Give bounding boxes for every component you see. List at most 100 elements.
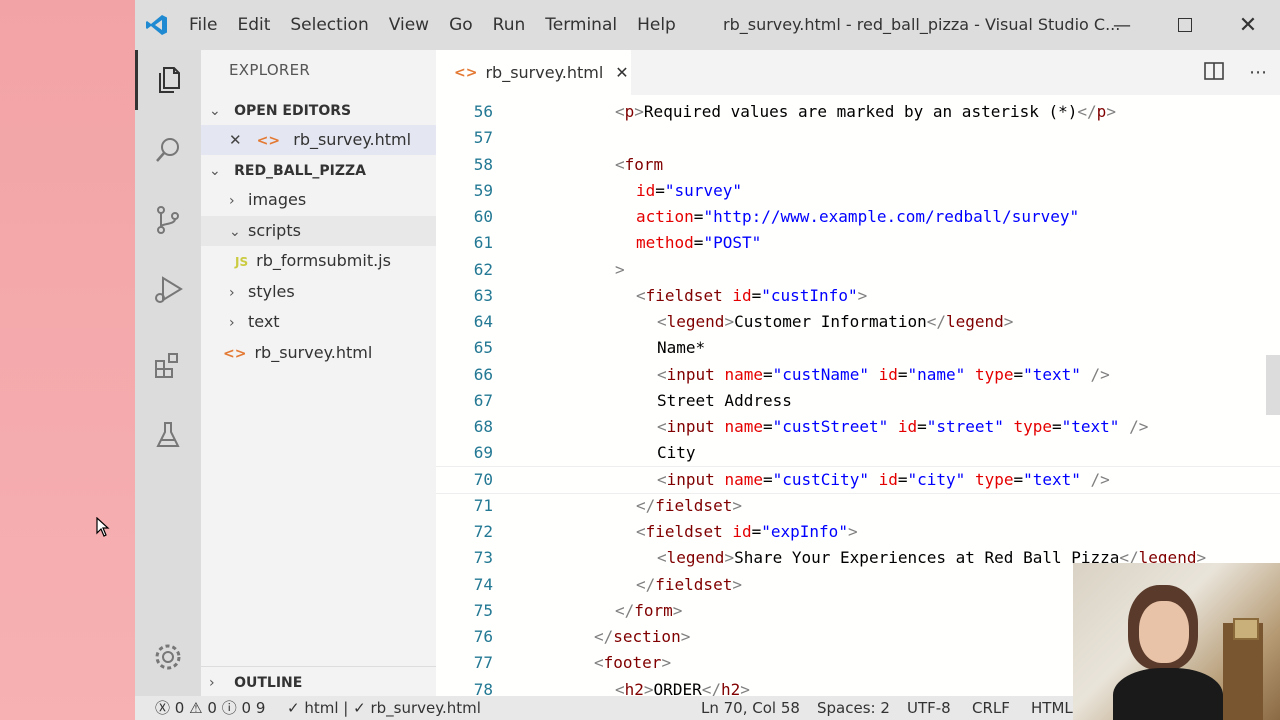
code-text: > — [615, 259, 625, 279]
code-line[interactable]: 71 </fieldset> — [436, 493, 1280, 519]
line-number: 68 — [473, 417, 493, 436]
tree-item-label: styles — [248, 281, 295, 301]
line-number: 72 — [473, 522, 493, 541]
chevron-right-icon: › — [229, 315, 235, 331]
code-line[interactable]: 70 <input name="custCity" id="city" type=… — [436, 465, 1280, 494]
code-text: <fieldset id="custInfo"> — [636, 285, 868, 305]
encoding[interactable]: UTF-8 — [907, 696, 951, 720]
folder-scripts[interactable]: ⌄ scripts — [201, 215, 464, 246]
menu-bar: File Edit Selection View Go Run Terminal Help — [179, 0, 686, 50]
folder-styles[interactable]: › styles — [201, 277, 464, 307]
line-number: 73 — [473, 548, 493, 568]
code-line[interactable]: 66 <input name="custName" id="name" type=… — [436, 362, 1280, 388]
code-line[interactable]: 57 — [436, 125, 1280, 151]
language-mode[interactable]: HTML — [1031, 696, 1073, 720]
outline-section[interactable]: › OUTLINE — [201, 666, 444, 697]
menu-view[interactable]: View — [379, 0, 439, 50]
menu-help[interactable]: Help — [627, 0, 686, 50]
explorer-icon[interactable] — [135, 50, 204, 110]
vscode-logo-icon — [135, 0, 179, 50]
error-icon: Ⓧ — [155, 699, 171, 717]
line-number: 70 — [473, 469, 493, 489]
code-line[interactable]: 58 <form — [436, 152, 1280, 178]
code-line[interactable]: 69 City — [436, 440, 1280, 466]
tree-item-label: rb_formsubmit.js — [256, 251, 391, 270]
code-line[interactable]: 59 id="survey" — [436, 178, 1280, 204]
file-rb_formsubmit.js[interactable]: JS rb_formsubmit.js — [201, 246, 470, 276]
run-debug-icon[interactable] — [135, 260, 201, 320]
tree-item-label: rb_survey.html — [254, 342, 373, 362]
search-icon[interactable] — [135, 120, 201, 180]
line-number: 65 — [473, 338, 493, 358]
code-text: City — [657, 443, 696, 463]
menu-edit[interactable]: Edit — [227, 0, 280, 50]
maximize-icon[interactable] — [1155, 0, 1215, 50]
code-text: </fieldset> — [636, 495, 742, 515]
menu-selection[interactable]: Selection — [280, 0, 378, 50]
menu-run[interactable]: Run — [483, 0, 536, 50]
code-line[interactable]: 63 <fieldset id="custInfo"> — [436, 283, 1280, 309]
cursor-position[interactable]: Ln 70, Col 58 — [701, 696, 800, 720]
open-editors-section[interactable]: ⌄ OPEN EDITORS — [201, 95, 444, 125]
line-number: 61 — [473, 233, 493, 253]
more-actions-icon[interactable]: ⋯ — [1236, 62, 1280, 83]
menu-go[interactable]: Go — [439, 0, 483, 50]
close-editor-icon[interactable]: ✕ — [229, 131, 242, 149]
html-status[interactable]: ✓ html | ✓ rb_survey.html — [287, 696, 481, 720]
code-text: action="http://www.example.com/redball/s… — [636, 207, 1080, 226]
webcam-overlay — [1073, 563, 1280, 720]
source-control-icon[interactable] — [135, 190, 201, 250]
mouse-cursor-icon — [96, 517, 110, 537]
minimize-icon[interactable]: — — [1092, 0, 1152, 50]
menu-file[interactable]: File — [179, 0, 227, 50]
project-section[interactable]: ⌄ RED_BALL_PIZZA — [201, 155, 444, 185]
folder-text[interactable]: › text — [201, 307, 464, 337]
code-text: <input name="custCity" id="city" type="t… — [657, 469, 1110, 489]
file-rb_survey.html[interactable]: <> rb_survey.html — [201, 338, 458, 368]
desktop-background — [0, 0, 135, 720]
line-number: 74 — [473, 574, 493, 594]
menu-terminal[interactable]: Terminal — [535, 0, 627, 50]
settings-gear-icon[interactable] — [135, 627, 201, 687]
code-line[interactable]: 56 <p>Required values are marked by an as… — [436, 99, 1280, 125]
extensions-icon[interactable] — [135, 335, 201, 395]
indentation[interactable]: Spaces: 2 — [817, 696, 890, 720]
tree-item-label: scripts — [248, 220, 301, 240]
line-number: 75 — [473, 600, 493, 620]
line-number: 66 — [473, 364, 493, 384]
code-text: <form — [615, 154, 664, 174]
code-line[interactable]: 72 <fieldset id="expInfo"> — [436, 519, 1280, 545]
code-text: <input name="custStreet" id="street" typ… — [657, 417, 1149, 436]
chevron-down-icon: ⌄ — [229, 223, 241, 240]
problems-indicator[interactable]: Ⓧ 0 ⚠ 0 ⓘ 0 9 — [155, 696, 265, 720]
testing-flask-icon[interactable] — [135, 405, 201, 465]
split-editor-icon[interactable] — [1192, 61, 1236, 84]
code-text: <p>Required values are marked by an aste… — [615, 102, 1116, 121]
code-text: </form> — [615, 600, 683, 620]
code-text: method="POST" — [636, 233, 762, 253]
line-ending[interactable]: CRLF — [972, 696, 1010, 720]
chevron-right-icon: › — [209, 675, 215, 691]
code-line[interactable]: 62 > — [436, 257, 1280, 283]
code-line[interactable]: 67 Street Address — [436, 388, 1280, 414]
html-file-icon: <> — [256, 133, 281, 149]
close-tab-icon[interactable]: ✕ — [615, 63, 628, 82]
close-window-icon[interactable]: ✕ — [1218, 0, 1278, 50]
title-bar: File Edit Selection View Go Run Terminal Help r… — [135, 0, 1280, 50]
tree-item-label: images — [248, 190, 307, 209]
code-line[interactable]: 60 action="http://www.example.com/redball… — [436, 204, 1280, 230]
code-line[interactable]: 65 Name* — [436, 335, 1280, 361]
code-line[interactable]: 68 <input name="custStreet" id="street" t… — [436, 414, 1280, 440]
warning-icon: ⚠ — [189, 699, 203, 717]
code-line[interactable]: 64 <legend>Customer Information</legend> — [436, 309, 1280, 335]
code-line[interactable]: 61 method="POST" — [436, 230, 1280, 256]
line-number: 64 — [473, 312, 493, 331]
html-file-icon: <> — [223, 345, 247, 362]
open-editor-item[interactable]: ✕ <> rb_survey.html — [201, 125, 464, 155]
line-number: 63 — [473, 285, 493, 305]
folder-images[interactable]: › images — [201, 185, 464, 215]
tab-rb-survey[interactable]: <> rb_survey.html ✕ — [436, 50, 631, 95]
editor-actions: ⋯ — [1192, 50, 1280, 95]
chevron-right-icon: › — [229, 193, 235, 209]
line-number: 69 — [473, 443, 493, 463]
